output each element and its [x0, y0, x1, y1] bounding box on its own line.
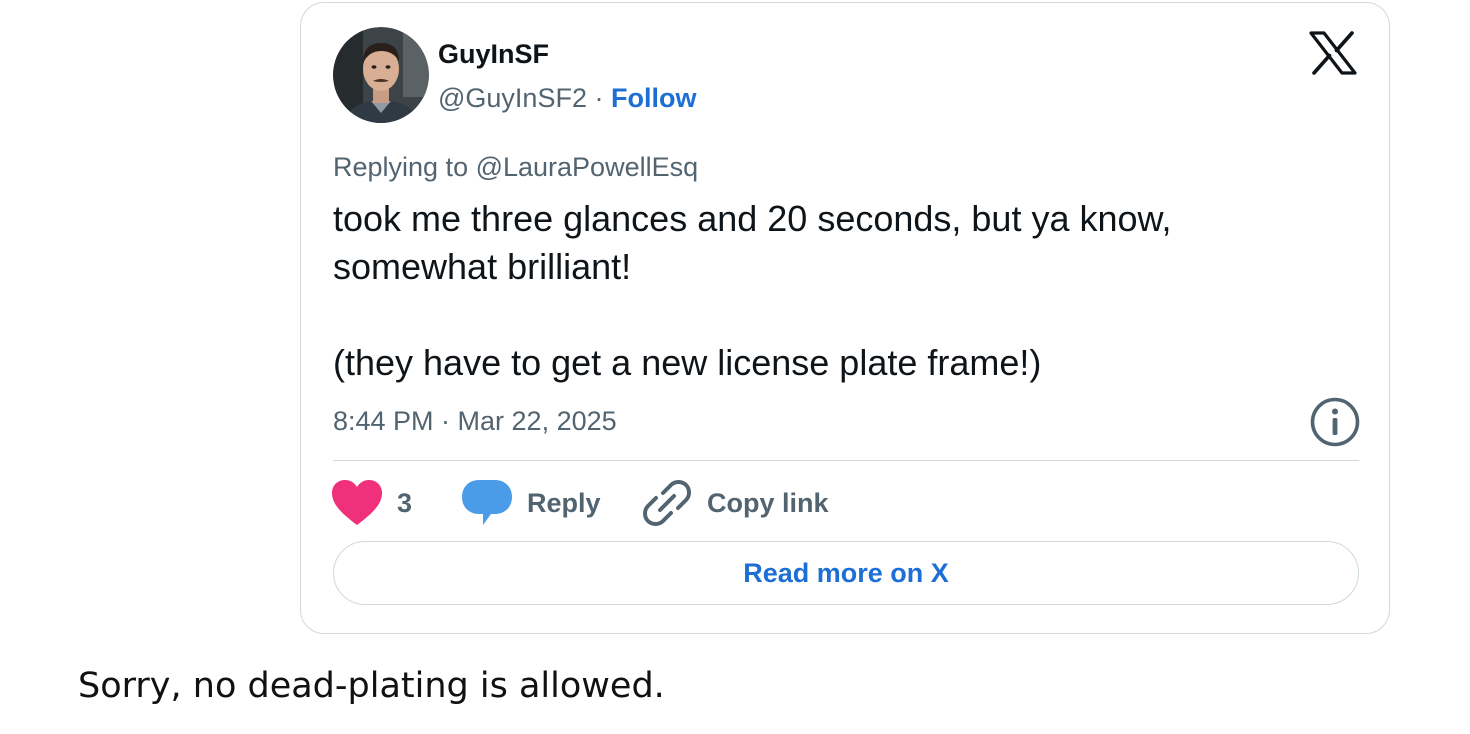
- tweet-timestamp[interactable]: 8:44 PM · Mar 22, 2025: [333, 403, 617, 439]
- copy-link-button[interactable]: Copy link: [641, 475, 829, 531]
- author-avatar[interactable]: [333, 27, 429, 123]
- reply-context: Replying to @LauraPowellEsq: [333, 152, 699, 182]
- actions-divider: [333, 460, 1359, 461]
- copy-link-label: Copy link: [707, 487, 829, 518]
- heart-icon: [332, 480, 382, 525]
- x-logo-icon[interactable]: [1309, 31, 1357, 75]
- author-handle-row: @GuyInSF2 · Follow: [438, 80, 696, 116]
- reply-button[interactable]: Reply: [461, 475, 601, 531]
- like-button[interactable]: 3: [331, 475, 412, 531]
- read-more-button[interactable]: Read more on X: [333, 541, 1359, 605]
- article-caption: Sorry, no dead-plating is allowed.: [78, 666, 665, 706]
- author-handle[interactable]: @GuyInSF2: [438, 83, 587, 113]
- like-count: 3: [397, 487, 413, 518]
- embedded-tweet-card: GuyInSF @GuyInSF2 · Follow Replying to @…: [300, 2, 1390, 634]
- link-icon: [643, 480, 691, 526]
- tweet-paragraph: took me three glances and 20 seconds, bu…: [333, 198, 1172, 287]
- info-icon[interactable]: [1309, 396, 1361, 448]
- speech-bubble-icon: [462, 480, 512, 525]
- follow-link[interactable]: Follow: [611, 83, 696, 113]
- handle-separator: ·: [586, 83, 611, 113]
- reply-label: Reply: [527, 487, 601, 518]
- tweet-paragraph: (they have to get a new license plate fr…: [333, 342, 1042, 383]
- author-display-name[interactable]: GuyInSF: [438, 37, 549, 71]
- tweet-body: took me three glances and 20 seconds, bu…: [333, 195, 1343, 387]
